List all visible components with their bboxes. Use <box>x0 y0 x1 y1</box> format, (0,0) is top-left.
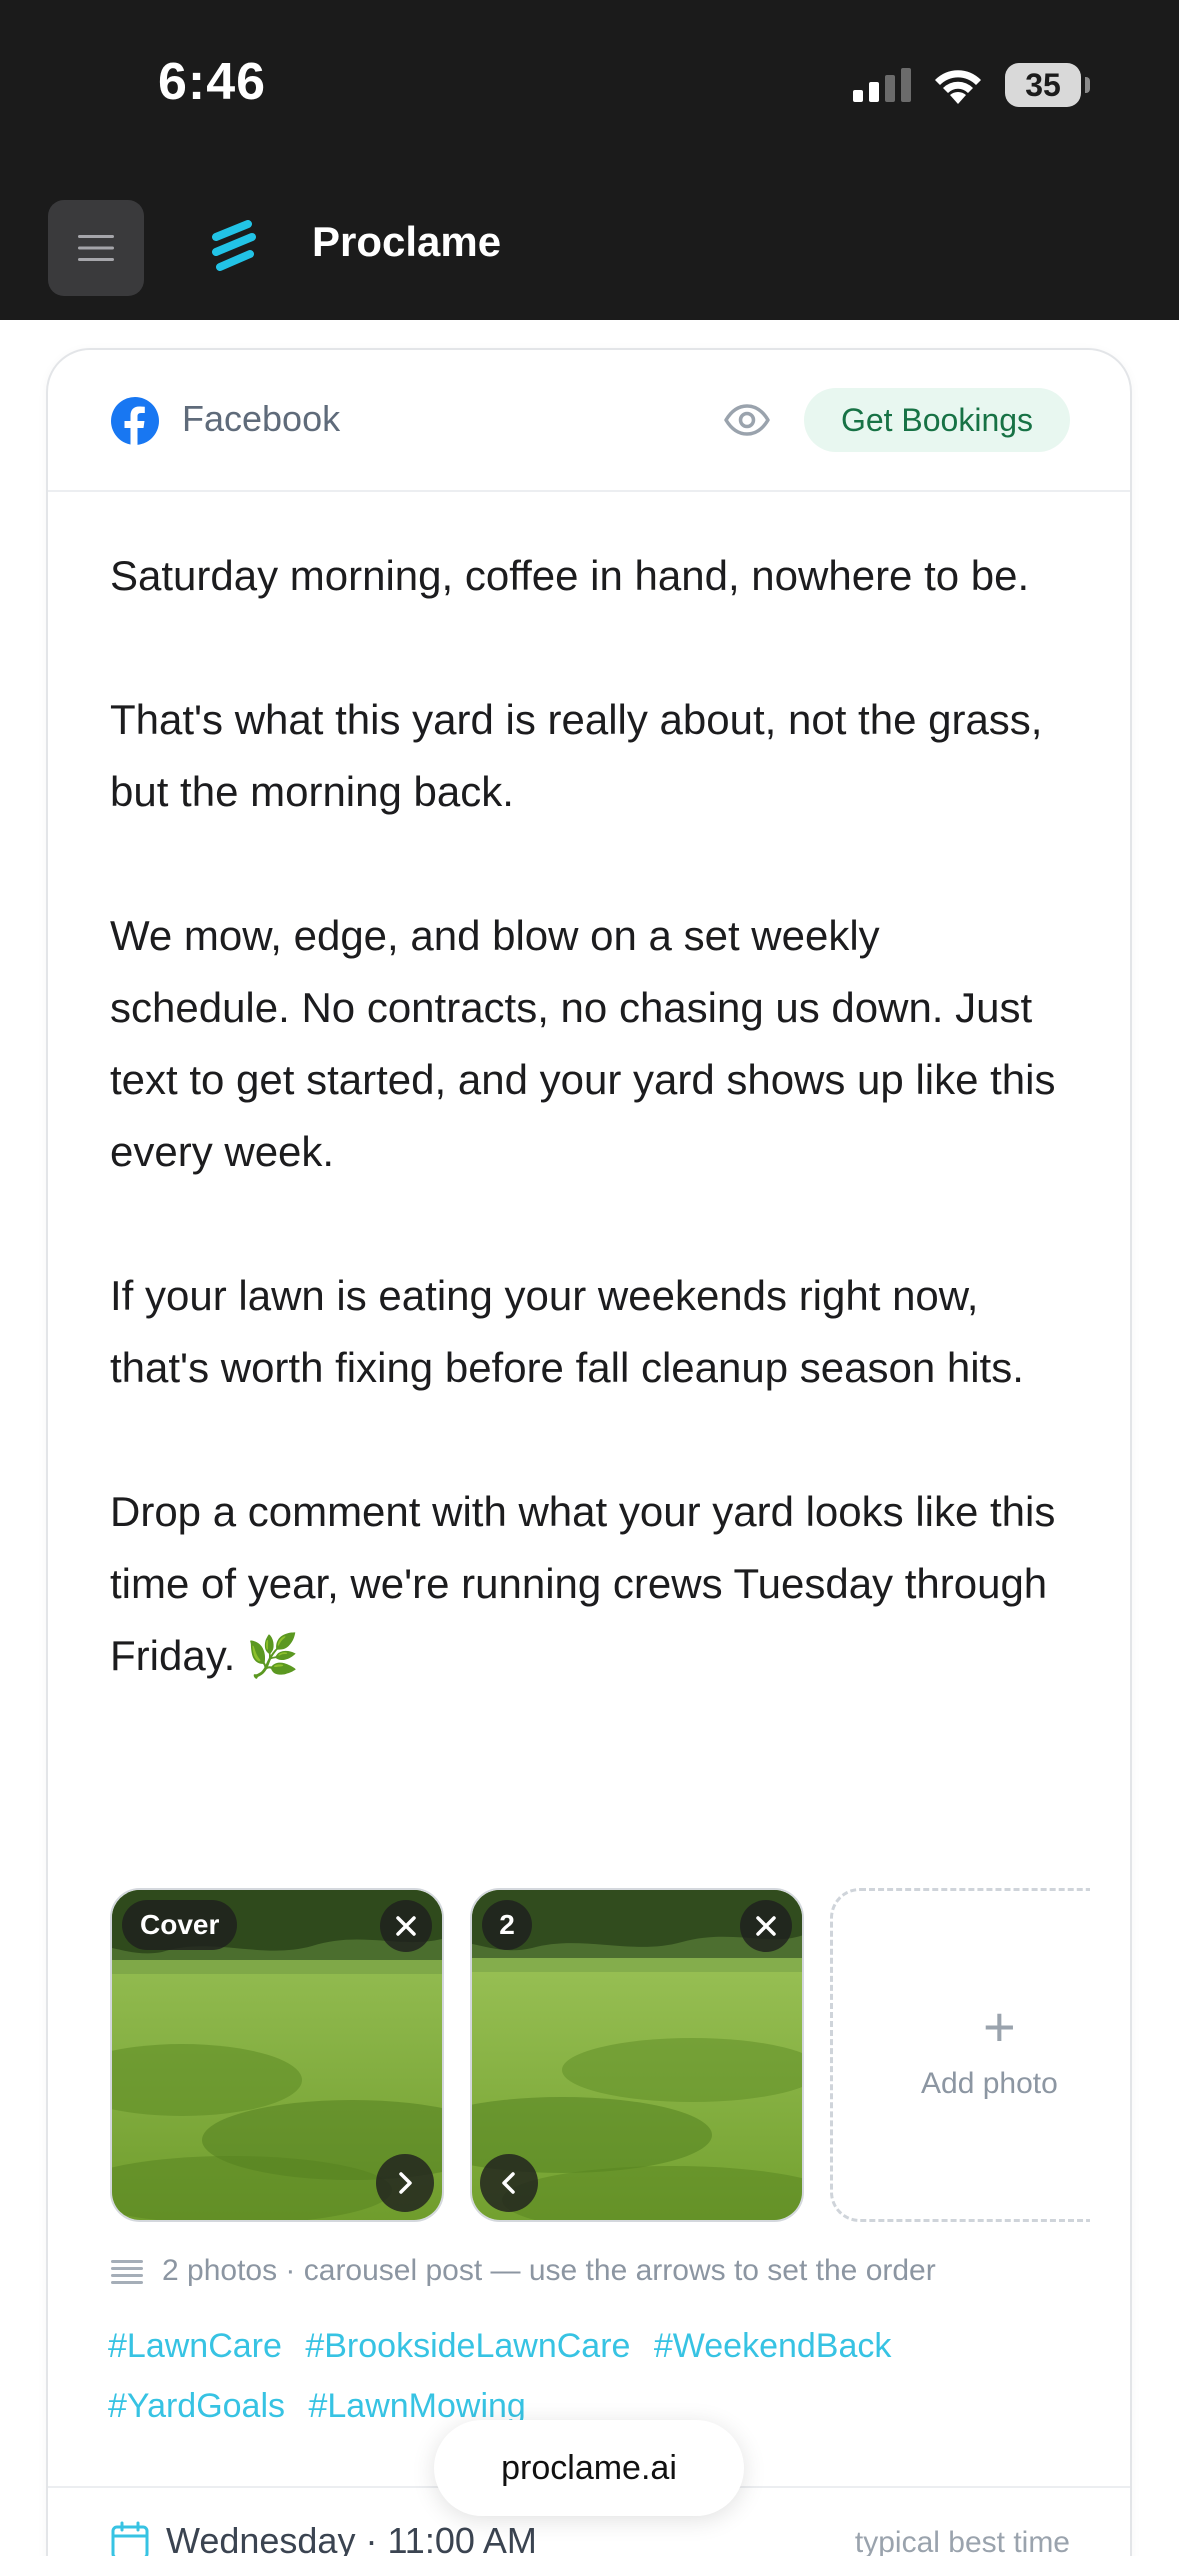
hashtag[interactable]: #LawnCare <box>108 2327 282 2365</box>
url-pill[interactable]: proclame.ai <box>434 2420 744 2516</box>
hashtag[interactable]: #YardGoals <box>108 2387 285 2425</box>
post-paragraph: Drop a comment with what your yard looks… <box>110 1488 1056 1679</box>
facebook-icon <box>111 397 159 446</box>
battery-level: 35 <box>1025 66 1061 103</box>
add-photo-label: Add photo <box>921 2067 1058 2100</box>
move-right-button[interactable] <box>376 2154 434 2212</box>
cellular-signal-icon <box>853 68 911 102</box>
best-time-hint: typical best time <box>854 2526 1070 2556</box>
post-card-header: Facebook Get Bookings <box>48 350 1130 492</box>
list-icon <box>111 2260 143 2284</box>
photo-note: 2 photos · carousel post — use the arrow… <box>110 2254 936 2288</box>
post-paragraph: Saturday morning, coffee in hand, nowher… <box>110 552 1030 599</box>
add-photo-button[interactable]: + Add photo <box>830 1888 1090 2222</box>
status-icons: 35 <box>853 62 1090 108</box>
move-left-button[interactable] <box>480 2154 538 2212</box>
plus-icon: + <box>983 1995 1016 2058</box>
cover-badge: Cover <box>122 1900 238 1950</box>
wifi-icon <box>935 70 981 104</box>
post-paragraph: That's what this yard is really about, n… <box>110 696 1043 815</box>
remove-photo-button[interactable] <box>740 1900 792 1952</box>
close-icon <box>396 1916 416 1936</box>
schedule-time-button[interactable]: Wednesday · 11:00 AM <box>110 2520 537 2556</box>
hashtag[interactable]: #BrooksideLawnCare <box>305 2327 630 2365</box>
eye-icon[interactable] <box>724 404 770 436</box>
post-paragraph: If your lawn is eating your weekends rig… <box>110 1272 1024 1391</box>
photo-thumbnail-cover[interactable]: Cover <box>110 1888 444 2222</box>
hamburger-menu-icon <box>78 235 114 261</box>
post-paragraph: We mow, edge, and blow on a set weekly s… <box>110 912 1056 1175</box>
calendar-icon <box>111 2521 149 2556</box>
app-top-bar: 6:46 35 Proclame <box>0 0 1179 320</box>
photo-order-badge: 2 <box>482 1900 532 1950</box>
chevron-right-icon <box>399 2172 412 2194</box>
hashtag-list[interactable]: #LawnCare #BrooksideLawnCare #WeekendBac… <box>108 2316 1088 2436</box>
site-url: proclame.ai <box>501 2448 677 2487</box>
post-text[interactable]: Saturday morning, coffee in hand, nowher… <box>110 540 1070 1692</box>
remove-photo-button[interactable] <box>380 1900 432 1952</box>
photo-note-text: 2 photos · carousel post — use the arrow… <box>162 2254 936 2287</box>
photo-thumbnail-2[interactable]: 2 <box>470 1888 804 2222</box>
app-name: Proclame <box>312 218 502 265</box>
platform-label: Facebook <box>182 398 341 439</box>
proclame-logo-icon <box>212 220 256 271</box>
chevron-left-icon <box>502 2172 515 2194</box>
status-time: 6:46 <box>158 53 267 111</box>
schedule-label: Wednesday · 11:00 AM <box>166 2520 537 2556</box>
goal-badge[interactable]: Get Bookings <box>804 388 1070 452</box>
close-icon <box>756 1916 776 1936</box>
battery-icon: 35 <box>1005 63 1090 107</box>
post-card: Facebook Get Bookings Saturday morning, … <box>46 348 1132 2556</box>
hashtag[interactable]: #WeekendBack <box>654 2327 892 2365</box>
menu-button[interactable] <box>48 200 144 296</box>
